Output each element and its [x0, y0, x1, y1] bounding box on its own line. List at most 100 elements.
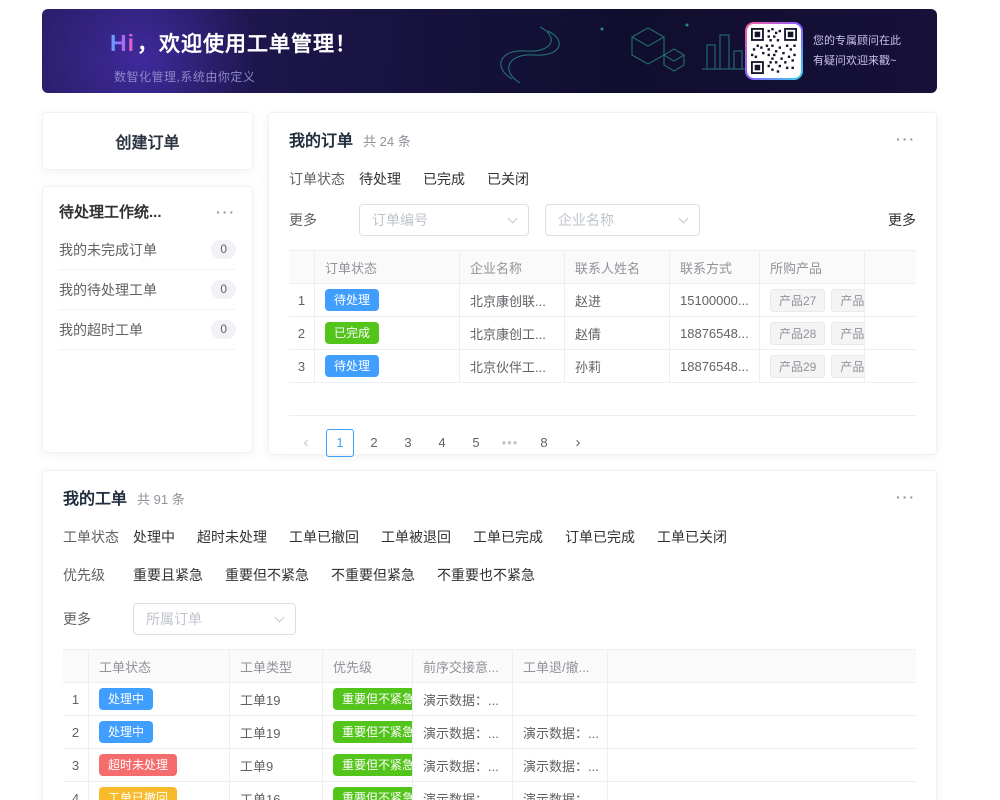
status-badge: 超时未处理 — [99, 754, 177, 776]
workorder-status-label: 工单状态 — [63, 527, 133, 547]
qr-code[interactable] — [745, 22, 803, 80]
phone-cell: 18876548... — [670, 317, 760, 349]
main-row: 创建订单 待处理工作统... ··· 我的未完成订单 0 我的待处理工单 0 我… — [42, 112, 937, 455]
table-row[interactable]: 2 处理中 工单19 重要但不紧急 演示数据：... 演示数据：... — [63, 716, 916, 749]
status-badge: 工单已撤回 — [99, 787, 177, 800]
withdraw-cell: 演示数据：... — [513, 782, 608, 800]
filter-option-order-completed[interactable]: 订单已完成 — [565, 527, 635, 547]
orders-count: 共 24 条 — [363, 131, 411, 150]
page-button-5[interactable]: 5 — [462, 429, 490, 457]
status-cell: 已完成 — [315, 317, 460, 349]
filter-option-processing[interactable]: 处理中 — [133, 527, 175, 547]
priority-badge: 重要但不紧急 — [333, 721, 413, 743]
qr-note: 您的专属顾问在此 有疑问欢迎来戳~ — [813, 31, 925, 72]
more-icon[interactable]: ··· — [216, 205, 236, 219]
phone-cell: 18876548... — [670, 350, 760, 382]
header-contact: 联系人姓名 — [565, 251, 670, 283]
page-button-3[interactable]: 3 — [394, 429, 422, 457]
product-tag: 产品 — [831, 322, 865, 345]
header-wo-status: 工单状态 — [89, 650, 230, 682]
header-company: 企业名称 — [460, 251, 565, 283]
company-placeholder: 企业名称 — [558, 210, 614, 230]
contact-cell: 孙莉 — [565, 350, 670, 382]
product-tag: 产品29 — [770, 355, 825, 378]
stat-label: 我的未完成订单 — [59, 240, 157, 260]
filter-option-closed[interactable]: 已关闭 — [487, 169, 529, 189]
table-row[interactable]: 3 待处理 北京伙伴工... 孙莉 18876548... 产品29 产品 — [289, 350, 916, 383]
orders-panel-title: 我的订单 — [289, 127, 353, 151]
table-row[interactable]: 1 待处理 北京康创联... 赵进 15100000... 产品27 产品 — [289, 284, 916, 317]
type-cell: 工单19 — [230, 683, 323, 715]
filler-cell — [608, 782, 916, 800]
more-icon[interactable]: ··· — [896, 490, 916, 504]
page-button-2[interactable]: 2 — [360, 429, 388, 457]
order-no-placeholder: 订单编号 — [372, 210, 428, 230]
chevron-down-icon — [508, 214, 518, 224]
priority-option-important-urgent[interactable]: 重要且紧急 — [133, 565, 203, 585]
handover-cell: 演示数据：... — [413, 716, 513, 748]
next-page-button[interactable]: › — [564, 429, 592, 457]
header-filler — [608, 650, 916, 682]
filter-option-wo-completed[interactable]: 工单已完成 — [473, 527, 543, 547]
workorders-count: 共 91 条 — [137, 489, 185, 508]
handover-cell: 演示数据：... — [413, 782, 513, 800]
table-row[interactable]: 3 超时未处理 工单9 重要但不紧急 演示数据：... 演示数据：... — [63, 749, 916, 782]
status-cell: 工单已撤回 — [89, 782, 230, 800]
row-index: 2 — [63, 716, 89, 748]
table-row[interactable]: 1 处理中 工单19 重要但不紧急 演示数据：... — [63, 683, 916, 716]
qr-pattern-icon — [751, 28, 797, 74]
product-tag: 产品 — [831, 355, 865, 378]
qr-note-line2: 有疑问欢迎来戳~ — [813, 51, 925, 71]
more-icon[interactable]: ··· — [896, 132, 916, 146]
page-button-1[interactable]: 1 — [326, 429, 354, 457]
priority-option-not-important-not-urgent[interactable]: 不重要也不紧急 — [437, 565, 535, 585]
stat-count-badge: 0 — [211, 240, 236, 259]
filter-option-pending[interactable]: 待处理 — [359, 169, 401, 189]
parent-order-placeholder: 所属订单 — [146, 609, 202, 629]
parent-order-select[interactable]: 所属订单 — [133, 603, 296, 635]
workorders-table: 工单状态 工单类型 优先级 前序交接意... 工单退/撤... 1 处理中 工单… — [63, 649, 916, 800]
status-cell: 处理中 — [89, 716, 230, 748]
product-tag: 产品28 — [770, 322, 825, 345]
filter-option-withdrawn[interactable]: 工单已撤回 — [289, 527, 359, 547]
my-workorders-panel: 我的工单 共 91 条 ··· 工单状态 处理中 超时未处理 工单已撤回 工单被… — [42, 470, 937, 800]
priority-option-not-important-urgent[interactable]: 不重要但紧急 — [331, 565, 415, 585]
filter-option-wo-closed[interactable]: 工单已关闭 — [657, 527, 727, 547]
contact-cell: 赵倩 — [565, 317, 670, 349]
header-phone: 联系方式 — [670, 251, 760, 283]
status-badge: 处理中 — [99, 688, 153, 710]
stat-count-badge: 0 — [211, 320, 236, 339]
create-order-button[interactable]: 创建订单 — [42, 112, 253, 170]
more-link[interactable]: 更多 — [888, 210, 916, 230]
chevron-down-icon — [275, 613, 285, 623]
table-row[interactable]: 2 已完成 北京康创工... 赵倩 18876548... 产品28 产品 — [289, 317, 916, 350]
filter-option-overdue[interactable]: 超时未处理 — [197, 527, 267, 547]
table-empty-area — [289, 383, 916, 416]
page-button-8[interactable]: 8 — [530, 429, 558, 457]
priority-option-important-not-urgent[interactable]: 重要但不紧急 — [225, 565, 309, 585]
order-no-select[interactable]: 订单编号 — [359, 204, 529, 236]
row-index: 1 — [289, 284, 315, 316]
stat-count-badge: 0 — [211, 280, 236, 299]
stat-item-overdue-workorders[interactable]: 我的超时工单 0 — [59, 310, 236, 350]
company-cell: 北京康创联... — [460, 284, 565, 316]
priority-filter-row: 优先级 重要且紧急 重要但不紧急 不重要但紧急 不重要也不紧急 — [63, 565, 916, 585]
prev-page-button[interactable]: ‹ — [292, 429, 320, 457]
order-status-label: 订单状态 — [289, 169, 359, 189]
withdraw-cell: 演示数据：... — [513, 716, 608, 748]
product-tag: 产品 — [831, 289, 865, 312]
orders-panel-header: 我的订单 共 24 条 ··· — [289, 127, 916, 151]
order-status-options: 待处理 已完成 已关闭 — [359, 169, 529, 189]
company-name-select[interactable]: 企业名称 — [545, 204, 700, 236]
page-button-4[interactable]: 4 — [428, 429, 456, 457]
welcome-banner: Hi，欢迎使用工单管理！ 数智化管理,系统由你定义 — [42, 9, 937, 93]
workorder-more-filter-row: 更多 所属订单 — [63, 603, 916, 635]
stat-item-pending-workorders[interactable]: 我的待处理工单 0 — [59, 270, 236, 310]
banner-greeting: ，欢迎使用工单管理！ — [137, 33, 357, 56]
pagination-ellipsis-icon[interactable]: ••• — [496, 429, 524, 457]
stat-item-unfinished-orders[interactable]: 我的未完成订单 0 — [59, 230, 236, 270]
filter-option-returned[interactable]: 工单被退回 — [381, 527, 451, 547]
status-badge: 处理中 — [99, 721, 153, 743]
table-row[interactable]: 4 工单已撤回 工单16 重要但不紧急 演示数据：... 演示数据：... — [63, 782, 916, 800]
filter-option-completed[interactable]: 已完成 — [423, 169, 465, 189]
